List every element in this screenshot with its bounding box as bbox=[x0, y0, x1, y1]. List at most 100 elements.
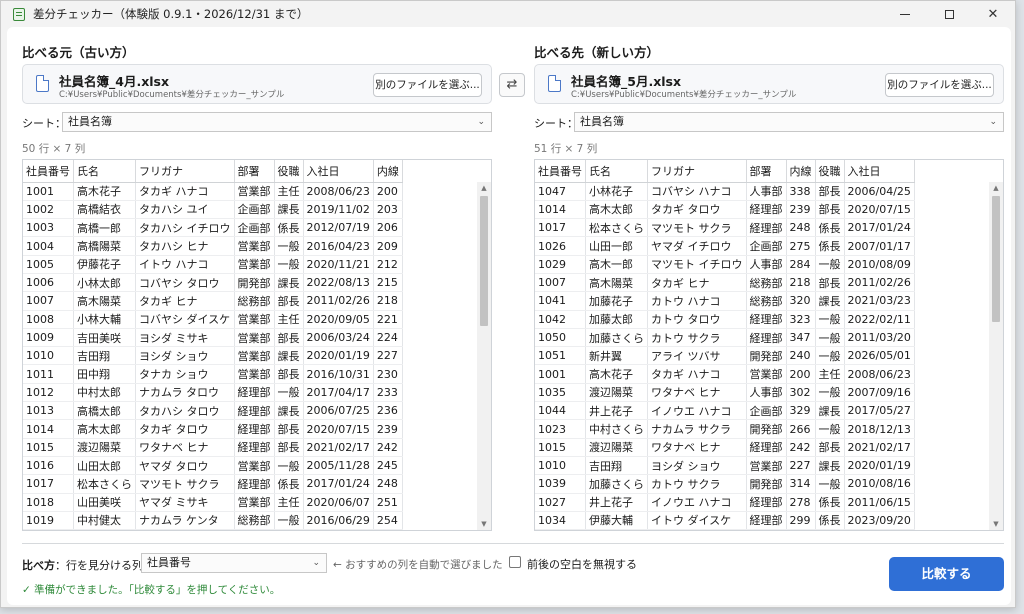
table-cell: 1001 bbox=[23, 182, 74, 201]
table-row[interactable]: 1015 渡辺陽菜 ワタナベ ヒナ 経理部 242 部長 2021/02/17 bbox=[535, 438, 915, 457]
target-scroll-thumb[interactable] bbox=[992, 196, 1000, 322]
table-cell: 1017 bbox=[23, 474, 74, 494]
column-header[interactable]: 社員番号 bbox=[23, 160, 74, 183]
minimize-button[interactable] bbox=[883, 1, 927, 27]
table-cell: 338 bbox=[786, 182, 816, 201]
table-row[interactable]: 1044 井上花子 イノウエ ハナコ 企画部 329 課長 2017/05/27 bbox=[535, 401, 915, 421]
table-cell: 2021/03/23 bbox=[844, 291, 915, 311]
table-row[interactable]: 1014 高木太郎 タカギ タロウ 経理部 239 部長 2020/07/15 bbox=[535, 200, 915, 220]
target-file-card: 社員名簿_5月.xlsx C:¥Users¥Public¥Documents¥差… bbox=[534, 64, 1004, 104]
table-cell: 経理部 bbox=[746, 328, 787, 348]
table-row[interactable]: 1003 高橋一郎 タカハシ イチロウ 企画部 係長 2012/07/19 206 bbox=[23, 218, 403, 238]
table-cell: 営業部 bbox=[234, 255, 275, 274]
table-cell: 渡辺陽菜 bbox=[585, 383, 648, 403]
table-row[interactable]: 1006 小林太郎 コバヤシ タロウ 開発部 課長 2022/08/13 215 bbox=[23, 273, 403, 293]
table-cell: 1017 bbox=[535, 218, 586, 238]
key-column-value: 社員番号 bbox=[147, 556, 191, 569]
table-row[interactable]: 1001 高木花子 タカギ ハナコ 営業部 主任 2008/06/23 200 bbox=[23, 182, 403, 201]
table-row[interactable]: 1014 高木太郎 タカギ タロウ 経理部 部長 2020/07/15 239 bbox=[23, 419, 403, 439]
table-cell: 小林太郎 bbox=[73, 273, 136, 293]
table-row[interactable]: 1015 渡辺陽菜 ワタナベ ヒナ 経理部 部長 2021/02/17 242 bbox=[23, 438, 403, 457]
column-header[interactable]: 内線 bbox=[786, 160, 816, 183]
table-cell: 1029 bbox=[535, 255, 586, 274]
table-cell: タカギ ハナコ bbox=[647, 364, 747, 384]
table-row[interactable]: 1010 吉田翔 ヨシダ ショウ 営業部 課長 2020/01/19 227 bbox=[23, 346, 403, 366]
column-header[interactable]: 氏名 bbox=[585, 160, 648, 183]
scroll-down-icon[interactable]: ▼ bbox=[477, 518, 491, 530]
table-cell: 347 bbox=[786, 328, 816, 348]
column-header[interactable]: 役職 bbox=[274, 160, 304, 183]
column-header[interactable]: 社員番号 bbox=[535, 160, 586, 183]
table-row[interactable]: 1001 高木花子 タカギ ハナコ 営業部 200 主任 2008/06/23 bbox=[535, 364, 915, 384]
table-cell: カトウ サクラ bbox=[647, 328, 747, 348]
table-row[interactable]: 1049松本健太マツモト ケンタ経理部344主任2019/11/17 bbox=[535, 529, 915, 530]
table-row[interactable]: 1019 中村健太 ナカムラ ケンタ 総務部 一般 2016/06/29 254 bbox=[23, 511, 403, 530]
column-header[interactable]: 部署 bbox=[234, 160, 275, 183]
table-row[interactable]: 1012 中村太郎 ナカムラ タロウ 経理部 一般 2017/04/17 233 bbox=[23, 383, 403, 403]
table-row[interactable]: 1039 加藤さくら カトウ サクラ 開発部 314 一般 2010/08/16 bbox=[535, 474, 915, 494]
column-header[interactable]: 入社日 bbox=[303, 160, 374, 183]
table-row[interactable]: 1035 渡辺陽菜 ワタナベ ヒナ 人事部 302 一般 2007/09/16 bbox=[535, 383, 915, 403]
table-row[interactable]: 1002 高橋結衣 タカハシ ユイ 企画部 課長 2019/11/02 203 bbox=[23, 200, 403, 220]
column-header[interactable]: 役職 bbox=[815, 160, 845, 183]
source-grid[interactable]: 社員番号 氏名 フリガナ 部署 役職 入社日 内線 1001 高木花子 タカギ ハナコ 営業部 主任… bbox=[22, 159, 492, 531]
table-row[interactable]: 1007 高木陽菜 タカギ ヒナ 総務部 218 部長 2011/02/26 bbox=[535, 273, 915, 293]
source-sheet-select[interactable]: 社員名簿 ⌄ bbox=[62, 112, 492, 132]
scroll-up-icon[interactable]: ▲ bbox=[989, 182, 1003, 194]
table-row[interactable]: 1026 山田一郎 ヤマダ イチロウ 企画部 275 係長 2007/01/17 bbox=[535, 236, 915, 256]
table-cell: 一般 bbox=[274, 383, 304, 403]
table-cell: 営業部 bbox=[234, 236, 275, 256]
table-row[interactable]: 1041 加藤花子 カトウ ハナコ 総務部 320 課長 2021/03/23 bbox=[535, 291, 915, 311]
table-row[interactable]: 1034 伊藤大輔 イトウ ダイスケ 経理部 299 係長 2023/09/20 bbox=[535, 511, 915, 530]
table-row[interactable]: 1023 中村さくら ナカムラ サクラ 開発部 266 一般 2018/12/13 bbox=[535, 419, 915, 439]
table-row[interactable]: 1009 吉田美咲 ヨシダ ミサキ 営業部 部長 2006/03/24 224 bbox=[23, 328, 403, 348]
scroll-up-icon[interactable]: ▲ bbox=[477, 182, 491, 194]
target-grid[interactable]: 社員番号 氏名 フリガナ 部署 内線 役職 入社日 1047 小林花子 コバヤシ ハナコ 人事部 3… bbox=[534, 159, 1004, 531]
table-cell: 2019/11/17 bbox=[844, 529, 915, 530]
table-row[interactable]: 1018 山田美咲 ヤマダ ミサキ 営業部 主任 2020/06/07 251 bbox=[23, 493, 403, 512]
column-header[interactable]: フリガナ bbox=[135, 160, 235, 183]
ignore-whitespace-checkbox[interactable] bbox=[509, 556, 521, 568]
column-header[interactable]: 部署 bbox=[746, 160, 787, 183]
compare-method-desc: ：行を見分ける列 bbox=[55, 559, 143, 572]
table-row[interactable]: 1011 田中翔 タナカ ショウ 営業部 部長 2016/10/31 230 bbox=[23, 364, 403, 384]
table-row[interactable]: 1005 伊藤花子 イトウ ハナコ 営業部 一般 2020/11/21 212 bbox=[23, 255, 403, 274]
target-sheet-select[interactable]: 社員名簿 ⌄ bbox=[574, 112, 1004, 132]
table-row[interactable]: 1042 加藤太郎 カトウ タロウ 経理部 323 一般 2022/02/11 bbox=[535, 310, 915, 329]
column-header[interactable]: 内線 bbox=[373, 160, 403, 183]
column-header[interactable]: フリガナ bbox=[647, 160, 747, 183]
table-row[interactable]: 1007 高木陽菜 タカギ ヒナ 総務部 部長 2011/02/26 218 bbox=[23, 291, 403, 311]
source-scrollbar[interactable]: ▲ ▼ bbox=[477, 182, 491, 530]
key-column-select[interactable]: 社員番号 ⌄ bbox=[141, 553, 327, 573]
close-button[interactable]: ✕ bbox=[971, 1, 1015, 27]
table-row[interactable]: 1047 小林花子 コバヤシ ハナコ 人事部 338 部長 2006/04/25 bbox=[535, 182, 915, 201]
table-row[interactable]: 1008 小林大輔 コバヤシ ダイスケ 営業部 主任 2020/09/05 221 bbox=[23, 310, 403, 329]
target-scrollbar[interactable]: ▲ ▼ bbox=[989, 182, 1003, 530]
table-row[interactable]: 1013 高橋太郎 タカハシ タロウ 経理部 課長 2006/07/25 236 bbox=[23, 401, 403, 421]
table-row[interactable]: 1029 高木一郎 マツモト イチロウ 人事部 284 一般 2010/08/09 bbox=[535, 255, 915, 274]
swap-files-button[interactable]: ⇄ bbox=[499, 73, 525, 97]
table-row[interactable]: 1010 吉田翔 ヨシダ ショウ 営業部 227 課長 2020/01/19 bbox=[535, 456, 915, 476]
ignore-whitespace-label[interactable]: 前後の空白を無視する bbox=[527, 556, 637, 572]
table-cell: ヤマダ ミサキ bbox=[135, 493, 235, 512]
table-row[interactable]: 1017 松本さくら マツモト サクラ 経理部 係長 2017/01/24 248 bbox=[23, 474, 403, 494]
scroll-down-icon[interactable]: ▼ bbox=[989, 518, 1003, 530]
table-cell: 2021/02/17 bbox=[844, 438, 915, 457]
table-row[interactable]: 1027 井上花子 イノウエ ハナコ 経理部 278 係長 2011/06/15 bbox=[535, 493, 915, 512]
maximize-button[interactable] bbox=[927, 1, 971, 27]
table-cell: 部長 bbox=[815, 438, 845, 457]
table-row[interactable]: 1050 加藤さくら カトウ サクラ 経理部 347 一般 2011/03/20 bbox=[535, 328, 915, 348]
column-header[interactable]: 氏名 bbox=[73, 160, 136, 183]
table-row[interactable]: 1017 松本さくら マツモト サクラ 経理部 248 係長 2017/01/24 bbox=[535, 218, 915, 238]
table-cell: 経理部 bbox=[746, 200, 787, 220]
column-header[interactable]: 入社日 bbox=[844, 160, 915, 183]
table-row[interactable]: 1020吉田太郎ヨシダ タロウ人事部一般2011/08/17257 bbox=[23, 529, 403, 530]
table-row[interactable]: 1004 高橋陽菜 タカハシ ヒナ 営業部 一般 2016/04/23 209 bbox=[23, 236, 403, 256]
source-scroll-thumb[interactable] bbox=[480, 196, 488, 326]
source-pick-file-button[interactable]: 別のファイルを選ぶ... bbox=[373, 73, 482, 97]
table-row[interactable]: 1016 山田太郎 ヤマダ タロウ 営業部 一般 2005/11/28 245 bbox=[23, 456, 403, 476]
table-cell: 2011/02/26 bbox=[303, 291, 374, 311]
target-pick-file-button[interactable]: 別のファイルを選ぶ... bbox=[885, 73, 994, 97]
compare-button[interactable]: 比較する bbox=[889, 557, 1004, 591]
table-row[interactable]: 1051 新井翼 アライ ツバサ 開発部 240 一般 2026/05/01 bbox=[535, 346, 915, 366]
